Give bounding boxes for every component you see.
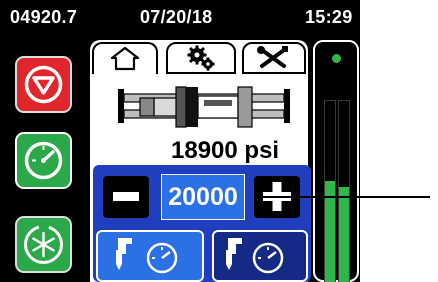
level-bar [338,100,350,282]
level-bar-fill [339,186,349,282]
stop-icon [24,65,63,104]
time-readout: 15:29 [305,7,353,27]
pump-icon [118,86,290,128]
level-bar [324,100,336,282]
gears-icon [187,45,215,71]
tab-maintenance[interactable] [242,42,306,74]
gauge-icon [24,141,63,180]
cycle-button[interactable] [15,216,72,273]
tab-home[interactable] [92,42,158,74]
tools-icon [257,46,288,68]
date-readout: 07/20/18 [140,7,213,27]
minus-icon [113,192,139,201]
stop-button[interactable] [15,56,72,113]
callout-line [254,196,430,198]
gun-gauge-icon [116,238,178,274]
level-indicator-panel [313,40,359,282]
tab-setup[interactable] [166,42,236,74]
pressure-readout: 18900 psi [171,137,280,164]
left-button-column [10,46,78,282]
counter-readout: 04920.7 [10,7,78,27]
hmi-screen: 04920.7 07/20/18 15:29 18900 psi 20000 [0,0,360,282]
status-led [332,54,341,63]
setpoint-value[interactable]: 20000 [161,174,245,220]
decrement-button[interactable] [103,176,149,218]
gun-gauge-icon [226,238,284,274]
home-icon [110,46,140,71]
mode-button[interactable] [212,230,308,282]
snowflake-cycle-icon [24,225,63,264]
pressure-mode-button[interactable] [15,132,72,189]
mode-button-selected[interactable] [96,230,204,282]
